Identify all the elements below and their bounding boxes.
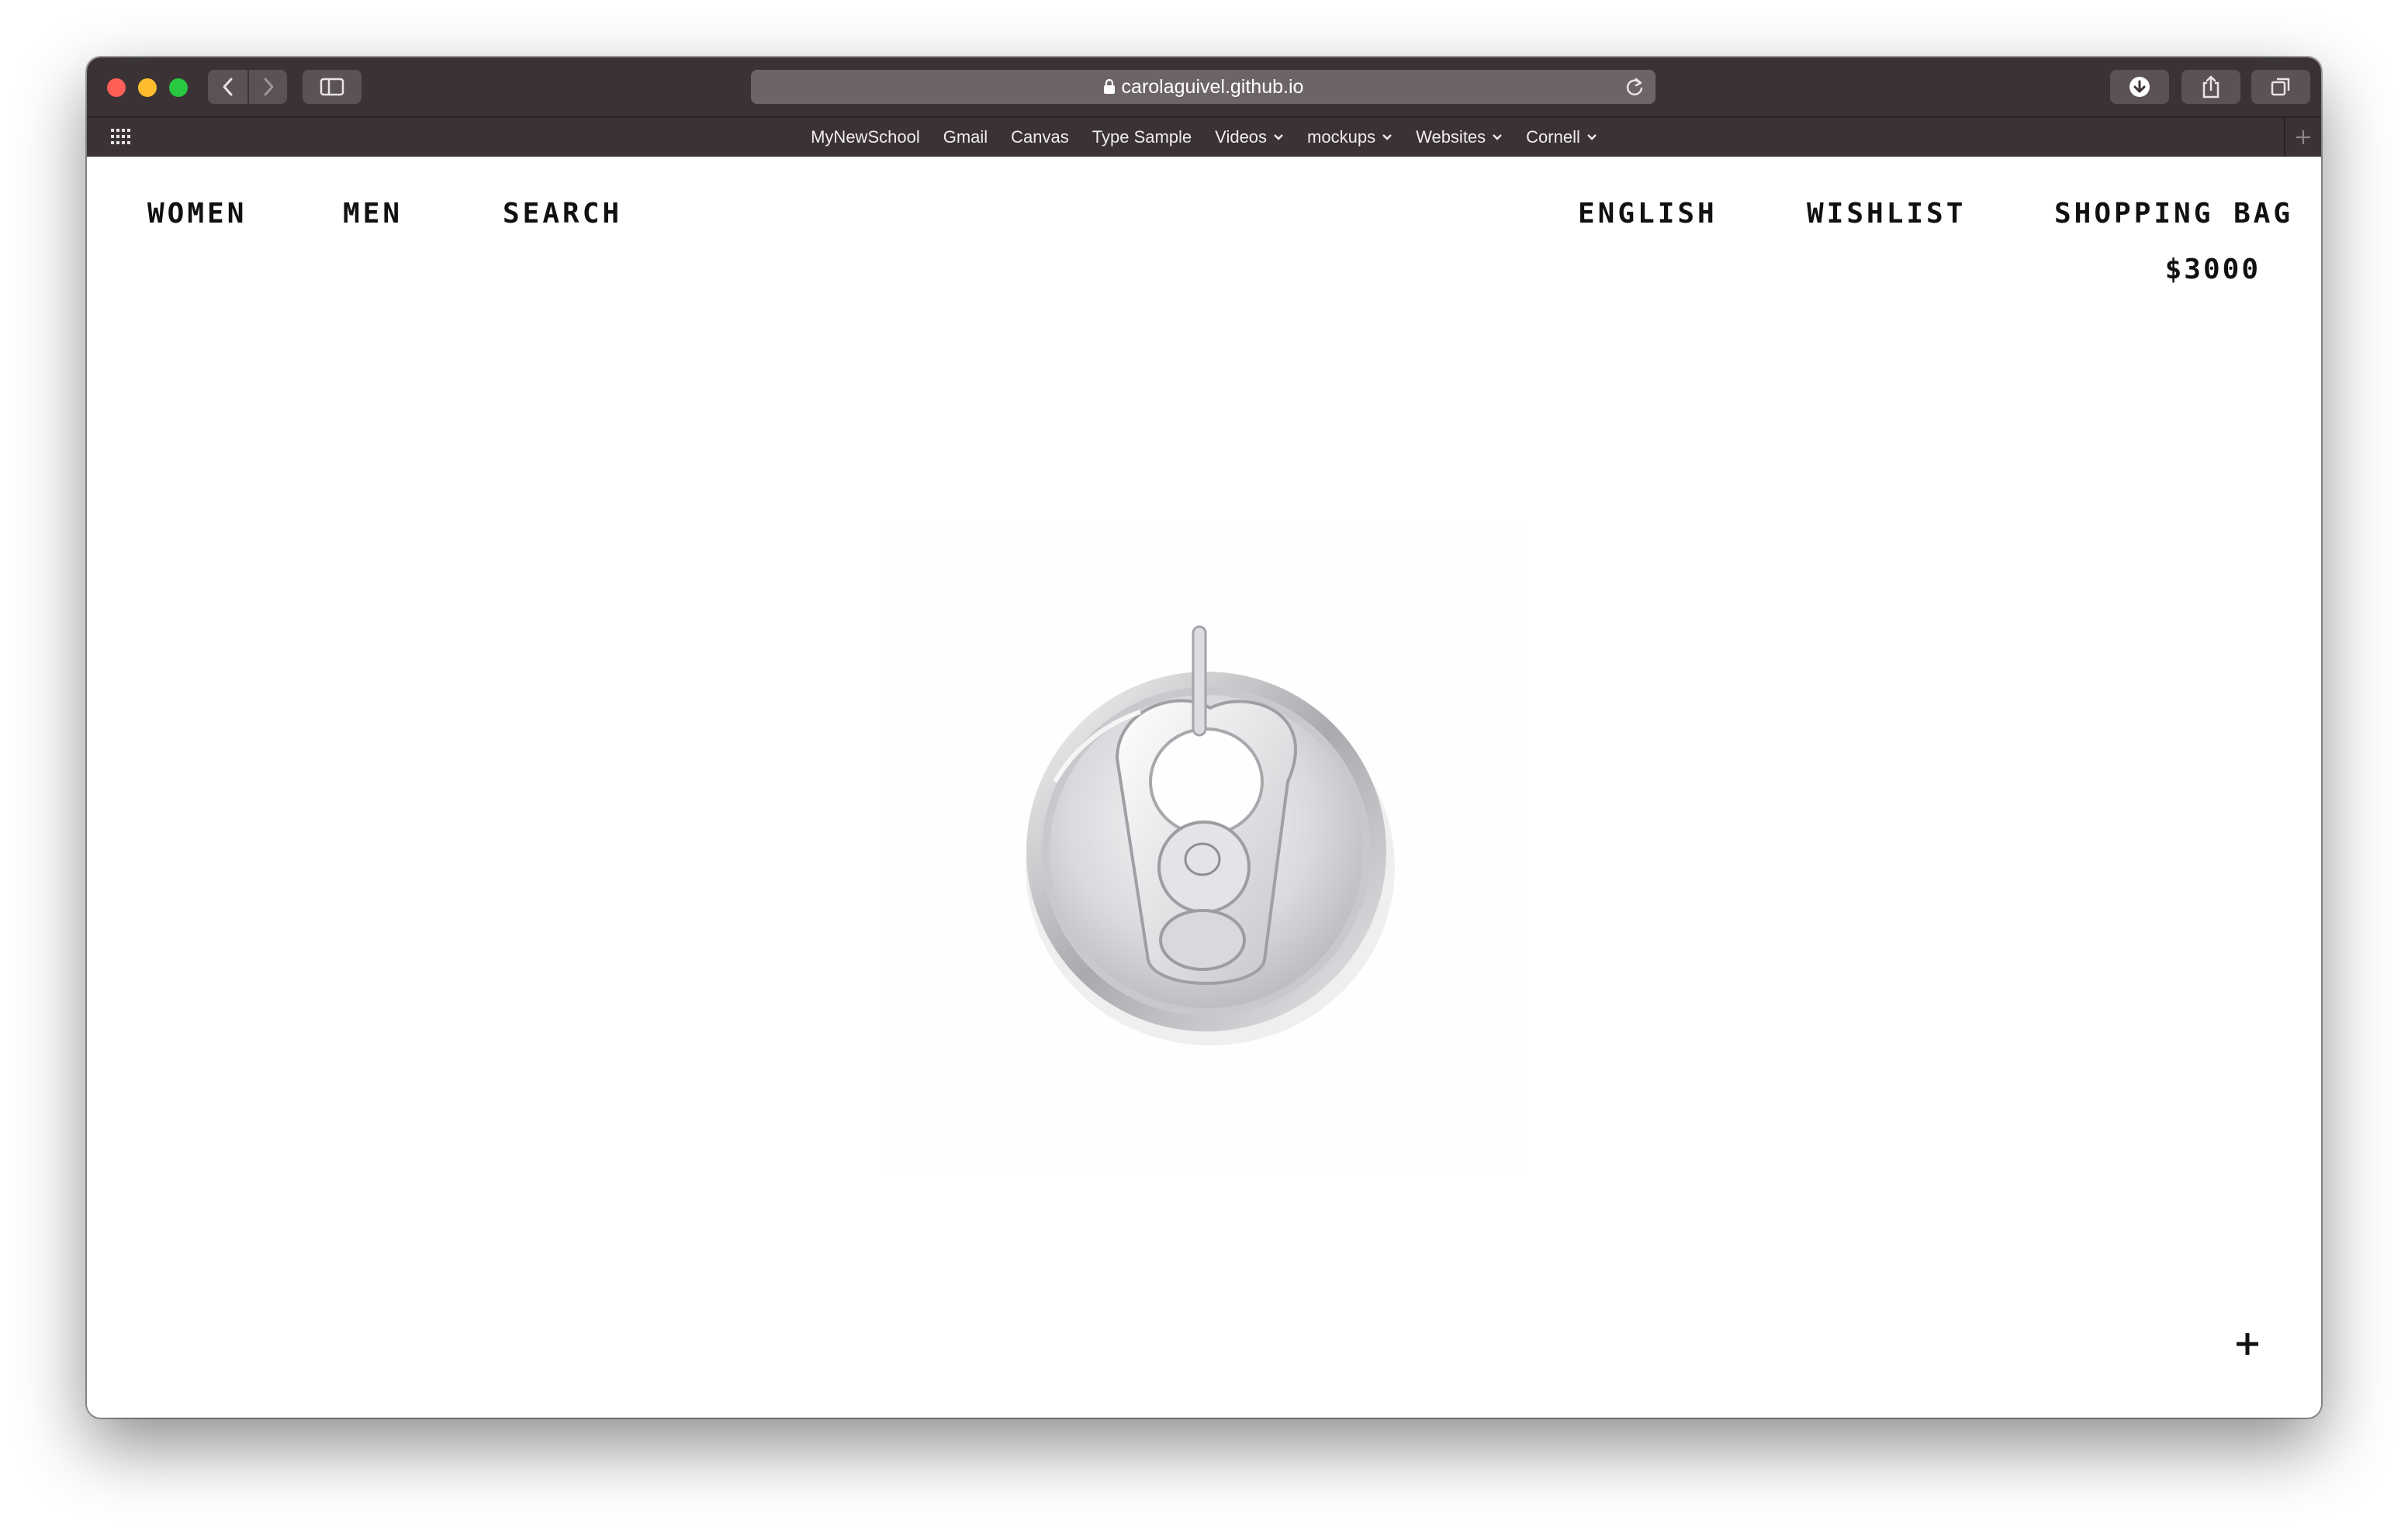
nav-shopping-bag[interactable]: SHOPPING BAG	[2054, 200, 2293, 228]
chevron-down-icon	[1273, 133, 1284, 141]
nav-language[interactable]: ENGLISH	[1578, 200, 1718, 228]
url-text: carolaguivel.github.io	[1121, 75, 1304, 98]
nav-wishlist[interactable]: WISHLIST	[1807, 200, 1966, 228]
sidebar-button[interactable]	[303, 70, 362, 104]
bookmark-videos-folder[interactable]: Videos	[1215, 127, 1284, 147]
reload-icon[interactable]	[1624, 77, 1645, 97]
download-icon	[2129, 77, 2150, 97]
minimize-window-button[interactable]	[138, 78, 157, 97]
zoom-window-button[interactable]	[169, 78, 188, 97]
can-tab-pendant-image	[1026, 625, 1395, 1045]
downloads-button[interactable]	[2110, 70, 2169, 104]
sidebar-icon	[320, 78, 344, 96]
show-tabs-button[interactable]	[2251, 70, 2310, 104]
plus-icon[interactable]	[2234, 1331, 2261, 1357]
nav-buttons	[208, 70, 287, 104]
tabs-icon	[2271, 78, 2290, 96]
bookmark-cornell-folder[interactable]: Cornell	[1526, 127, 1597, 147]
share-button[interactable]	[2181, 70, 2240, 104]
new-tab-plus-icon	[2296, 130, 2310, 144]
bookmark-canvas[interactable]: Canvas	[1011, 127, 1069, 147]
share-icon	[2202, 75, 2219, 98]
product-image[interactable]	[884, 526, 1528, 1170]
nav-search[interactable]: SEARCH	[503, 200, 622, 228]
address-bar[interactable]: carolaguivel.github.io	[751, 70, 1656, 104]
back-icon	[223, 78, 232, 96]
web-page: WOMEN MEN SEARCH ENGLISH WISHLIST SHOPPI…	[87, 157, 2321, 1418]
bookmark-items: MyNewSchool Gmail Canvas Type Sample Vid…	[87, 118, 2321, 157]
bookmark-mynewschool[interactable]: MyNewSchool	[811, 127, 920, 147]
nav-men[interactable]: MEN	[343, 200, 403, 228]
nav-women[interactable]: WOMEN	[147, 200, 247, 228]
new-tab-button[interactable]	[2284, 118, 2321, 157]
forward-icon	[264, 78, 273, 96]
bag-total: $3000	[2164, 254, 2261, 285]
bookmark-websites-folder[interactable]: Websites	[1416, 127, 1503, 147]
bookmark-mockups-folder[interactable]: mockups	[1307, 127, 1393, 147]
lock-icon	[1103, 79, 1116, 95]
chevron-down-icon	[1492, 133, 1503, 141]
bookmark-gmail[interactable]: Gmail	[943, 127, 988, 147]
bookmark-type-sample[interactable]: Type Sample	[1092, 127, 1192, 147]
close-window-button[interactable]	[107, 78, 126, 97]
chevron-down-icon	[1382, 133, 1393, 141]
back-button[interactable]	[208, 70, 247, 104]
browser-window: carolaguivel.github.io MyNewSchool Gmail…	[87, 57, 2321, 1418]
chevron-down-icon	[1586, 133, 1597, 141]
bookmarks-bar: MyNewSchool Gmail Canvas Type Sample Vid…	[87, 116, 2321, 157]
title-bar: carolaguivel.github.io	[87, 57, 2321, 116]
forward-button[interactable]	[248, 70, 288, 104]
